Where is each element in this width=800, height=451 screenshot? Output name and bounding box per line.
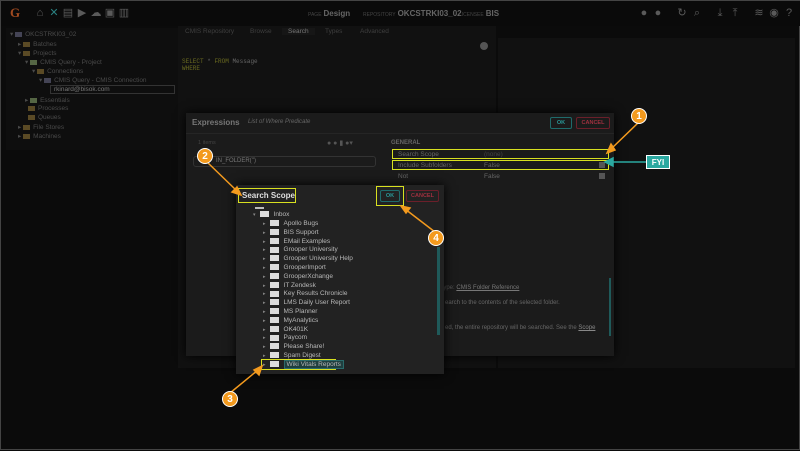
callout-arrows	[205, 121, 646, 394]
callout-4: 4	[428, 230, 444, 246]
fyi-callout: FYI	[646, 155, 670, 169]
callout-2: 2	[197, 148, 213, 164]
callout-1: 1	[631, 108, 647, 124]
callout-3: 3	[222, 391, 238, 407]
